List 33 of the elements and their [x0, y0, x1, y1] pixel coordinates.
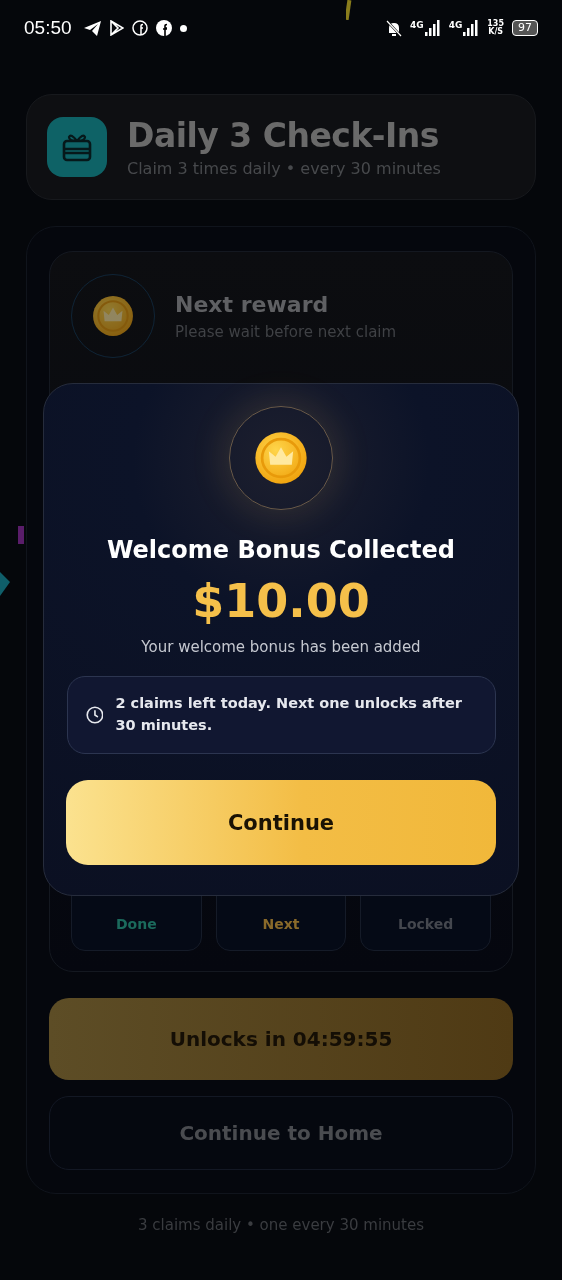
continue-home-button[interactable]: Continue to Home: [49, 1096, 513, 1170]
dialog-message: Your welcome bonus has been added: [141, 638, 421, 656]
coin-icon: [92, 295, 134, 337]
facebook-icon: [155, 20, 172, 36]
paper-plane-icon: [83, 20, 101, 36]
network-label: 4G: [448, 20, 463, 30]
day-status: Locked: [398, 916, 454, 933]
reward-title: Next reward: [175, 291, 330, 317]
page-title: Daily 3 Check-Ins: [127, 116, 440, 155]
confetti-piece: [346, 0, 352, 20]
status-time: 05:50: [24, 17, 72, 39]
network-speed: 135 K/S: [487, 20, 504, 36]
bonus-amount: $10.00: [192, 574, 370, 628]
claims-info: 2 claims left today. Next one unlocks after 30 minutes.: [115, 694, 463, 735]
confetti-piece: [0, 572, 10, 596]
continue-button[interactable]: Continue: [66, 780, 496, 865]
day-status: Done: [116, 916, 157, 933]
coin-icon: [254, 431, 308, 485]
clock-icon: [85, 704, 104, 726]
unlock-button[interactable]: Unlocks in 04:59:55: [49, 998, 513, 1081]
page-subtitle: Claim 3 times daily • every 30 minutes: [127, 159, 441, 178]
dialog-title: Welcome Bonus Collected: [106, 536, 456, 564]
battery-indicator: 97: [512, 20, 538, 36]
signal-icon: [424, 20, 441, 36]
dot-icon: [179, 24, 187, 32]
day-status: Next: [262, 916, 300, 933]
signal-icon: [463, 20, 480, 36]
network-label: 4G: [410, 20, 424, 30]
facebook-outline-icon: [131, 20, 148, 36]
confetti-piece: [18, 526, 24, 544]
gift-icon: [47, 117, 107, 177]
bell-off-icon: [386, 19, 402, 37]
play-store-icon: [108, 20, 124, 36]
